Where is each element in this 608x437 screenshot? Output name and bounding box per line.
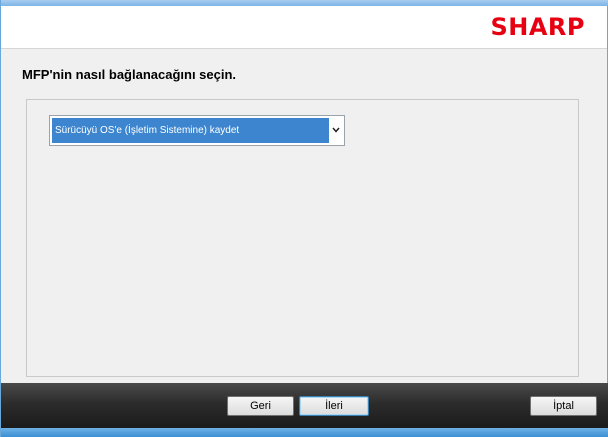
header-banner: SHARP xyxy=(1,6,607,49)
installer-window: SHARP MFP'nin nasıl bağlanacağını seçin.… xyxy=(0,0,608,437)
cancel-button[interactable]: İptal xyxy=(530,396,597,416)
connection-method-select[interactable]: Sürücüyü OS'e (İşletim Sistemine) kaydet xyxy=(49,115,345,146)
next-button[interactable]: İleri xyxy=(299,396,369,416)
sharp-logo: SHARP xyxy=(490,13,585,41)
connection-method-selected-value: Sürücüyü OS'e (İşletim Sistemine) kaydet xyxy=(52,118,329,143)
back-button[interactable]: Geri xyxy=(227,396,294,416)
chevron-down-icon xyxy=(332,127,340,133)
window-bottom-border xyxy=(1,428,608,437)
page-heading: MFP'nin nasıl bağlanacağını seçin. xyxy=(22,67,237,82)
